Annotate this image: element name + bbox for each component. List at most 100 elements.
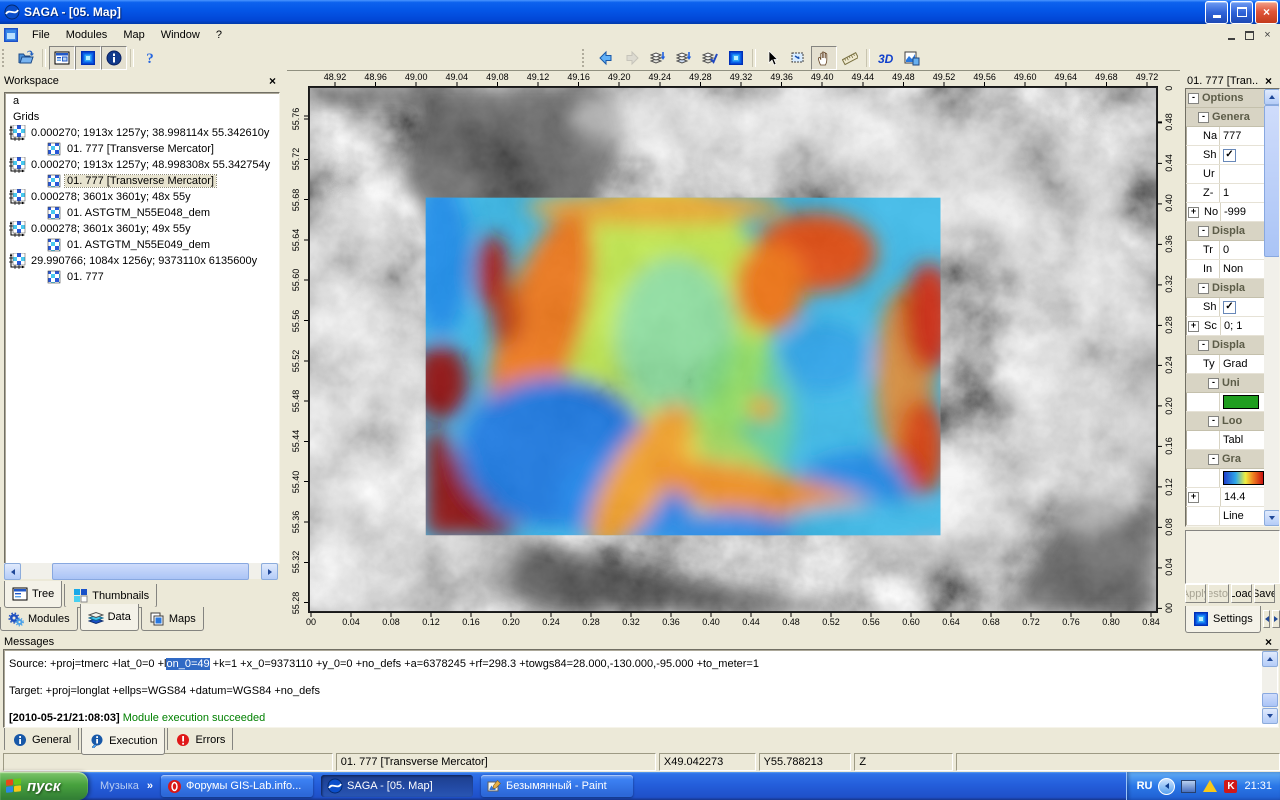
tray-warning-icon[interactable] bbox=[1202, 779, 1217, 794]
view-3d-button[interactable]: 3D bbox=[873, 46, 899, 70]
toolbar-grip[interactable] bbox=[582, 49, 591, 67]
property-value[interactable]: -999 bbox=[1220, 203, 1264, 221]
property-value[interactable]: 1 bbox=[1219, 526, 1264, 527]
tree-item[interactable]: 29.990766; 1084x 1256y; 9373110x 6135600… bbox=[5, 253, 279, 269]
zoom-selection-button[interactable] bbox=[697, 46, 723, 70]
scroll-thumb[interactable] bbox=[52, 563, 249, 580]
scroll-up-icon[interactable] bbox=[1262, 651, 1278, 667]
property-row[interactable]: +Sc0; 1 bbox=[1186, 317, 1264, 336]
property-category[interactable]: -Displa bbox=[1186, 279, 1264, 298]
color-swatch-gradient[interactable] bbox=[1223, 471, 1264, 485]
property-category[interactable]: -Displa bbox=[1186, 222, 1264, 241]
property-value[interactable] bbox=[1219, 469, 1264, 487]
messages-tab-execution[interactable]: Execution bbox=[81, 728, 165, 755]
property-value[interactable] bbox=[1219, 165, 1264, 183]
property-row[interactable]: Sh✓ bbox=[1186, 146, 1264, 165]
tree-item[interactable]: 01. 777 [Transverse Mercator] bbox=[5, 173, 279, 189]
tree-item[interactable]: 0.000270; 1913x 1257y; 48.998308x 55.342… bbox=[5, 157, 279, 173]
workspace-close-icon[interactable]: × bbox=[265, 74, 280, 88]
property-value[interactable]: ✓ bbox=[1219, 298, 1264, 316]
property-category[interactable]: -Genera bbox=[1186, 108, 1264, 127]
object-properties-button[interactable] bbox=[75, 46, 101, 70]
expand-box-icon[interactable]: - bbox=[1198, 112, 1209, 123]
taskbar-task[interactable]: Форумы GIS-Lab.info... bbox=[161, 775, 313, 797]
tree-item[interactable]: Grids bbox=[5, 109, 279, 125]
messages-tab-general[interactable]: General bbox=[4, 728, 79, 752]
menu-item-file[interactable]: File bbox=[24, 26, 58, 44]
checkbox-checked[interactable]: ✓ bbox=[1223, 149, 1236, 162]
window-minimize-button[interactable] bbox=[1205, 1, 1228, 24]
save-image-button[interactable] bbox=[899, 46, 925, 70]
window-restore-button[interactable] bbox=[1230, 1, 1253, 24]
property-category[interactable]: -Loo bbox=[1186, 412, 1264, 431]
property-row[interactable]: 1 bbox=[1186, 526, 1264, 527]
tree-item[interactable]: 01. ASTGTM_N55E048_dem bbox=[5, 205, 279, 221]
messages-vscrollbar[interactable] bbox=[1262, 651, 1277, 724]
restore-button[interactable]: Restore bbox=[1208, 584, 1229, 603]
property-row[interactable]: Na777 bbox=[1186, 127, 1264, 146]
expand-box-icon[interactable]: + bbox=[1188, 321, 1199, 332]
scroll-left-icon[interactable] bbox=[4, 563, 21, 580]
load-button[interactable]: Load bbox=[1231, 584, 1252, 603]
property-value[interactable] bbox=[1219, 393, 1264, 411]
property-category[interactable]: -Uni bbox=[1186, 374, 1264, 393]
menu-item-window[interactable]: Window bbox=[153, 26, 208, 44]
tab-modules[interactable]: Modules bbox=[0, 607, 78, 631]
property-value[interactable]: Non bbox=[1219, 260, 1264, 278]
save-button[interactable]: Save bbox=[1254, 584, 1275, 603]
folder-open-button[interactable] bbox=[13, 46, 39, 70]
property-value[interactable]: 777 bbox=[1219, 127, 1264, 145]
property-category[interactable]: -Options bbox=[1186, 89, 1264, 108]
mdi-minimize-button[interactable] bbox=[1223, 28, 1240, 43]
workspace-toggle-button[interactable] bbox=[49, 46, 75, 70]
mode-zoom-button[interactable] bbox=[785, 46, 811, 70]
taskbar-task[interactable]: SAGA - [05. Map] bbox=[321, 775, 473, 797]
property-value[interactable]: 14.4 bbox=[1220, 488, 1264, 506]
zoom-active-layer-button[interactable] bbox=[671, 46, 697, 70]
mode-pan-button[interactable] bbox=[811, 46, 837, 70]
color-swatch-green[interactable] bbox=[1223, 395, 1259, 409]
tab-data[interactable]: Data bbox=[80, 604, 139, 631]
property-row[interactable]: Sh✓ bbox=[1186, 298, 1264, 317]
expand-box-icon[interactable]: - bbox=[1198, 340, 1209, 351]
expand-box-icon[interactable]: - bbox=[1188, 93, 1199, 104]
property-value[interactable]: 0 bbox=[1219, 241, 1264, 259]
mode-select-button[interactable] bbox=[759, 46, 785, 70]
tab-settings[interactable]: Settings bbox=[1185, 606, 1261, 633]
zoom-next-button[interactable] bbox=[619, 46, 645, 70]
property-value[interactable]: Grad bbox=[1219, 355, 1264, 373]
tree-item[interactable]: 01. 777 [Transverse Mercator] bbox=[5, 141, 279, 157]
property-category[interactable]: -Displa bbox=[1186, 336, 1264, 355]
properties-vscrollbar[interactable] bbox=[1264, 89, 1279, 526]
scroll-thumb[interactable] bbox=[1264, 105, 1280, 257]
tree-item[interactable]: 0.000270; 1913x 1257y; 38.998114x 55.342… bbox=[5, 125, 279, 141]
expand-box-icon[interactable]: - bbox=[1208, 378, 1219, 389]
zoom-full-button[interactable] bbox=[645, 46, 671, 70]
tray-antivirus-icon[interactable]: K bbox=[1223, 779, 1238, 794]
workspace-hscrollbar[interactable] bbox=[4, 563, 278, 579]
tree-item[interactable]: a bbox=[5, 93, 279, 109]
property-row[interactable]: Tabl bbox=[1186, 431, 1264, 450]
tray-collapse-icon[interactable] bbox=[1158, 778, 1175, 795]
scroll-down-icon[interactable] bbox=[1264, 510, 1280, 526]
map-canvas[interactable] bbox=[308, 86, 1158, 613]
scroll-down-icon[interactable] bbox=[1262, 708, 1278, 724]
tree-item[interactable]: 01. 777 bbox=[5, 269, 279, 285]
tree-item[interactable]: 01. ASTGTM_N55E049_dem bbox=[5, 237, 279, 253]
tab-maps[interactable]: Maps bbox=[141, 607, 204, 631]
window-close-button[interactable]: × bbox=[1255, 1, 1278, 24]
property-row[interactable] bbox=[1186, 393, 1264, 412]
tab-scroll-left-icon[interactable] bbox=[1263, 610, 1271, 628]
property-row[interactable]: Ur bbox=[1186, 165, 1264, 184]
property-row[interactable]: Z-1 bbox=[1186, 184, 1264, 203]
expand-box-icon[interactable]: - bbox=[1208, 454, 1219, 465]
synchronize-button[interactable] bbox=[723, 46, 749, 70]
property-value[interactable]: 0; 1 bbox=[1220, 317, 1264, 335]
expand-box-icon[interactable]: - bbox=[1208, 416, 1219, 427]
mdi-close-button[interactable]: × bbox=[1259, 28, 1276, 43]
property-row[interactable]: Line bbox=[1186, 507, 1264, 526]
checkbox-checked[interactable]: ✓ bbox=[1223, 301, 1236, 314]
language-indicator[interactable]: RU bbox=[1137, 780, 1153, 792]
expand-box-icon[interactable]: - bbox=[1198, 226, 1209, 237]
property-row[interactable]: InNon bbox=[1186, 260, 1264, 279]
